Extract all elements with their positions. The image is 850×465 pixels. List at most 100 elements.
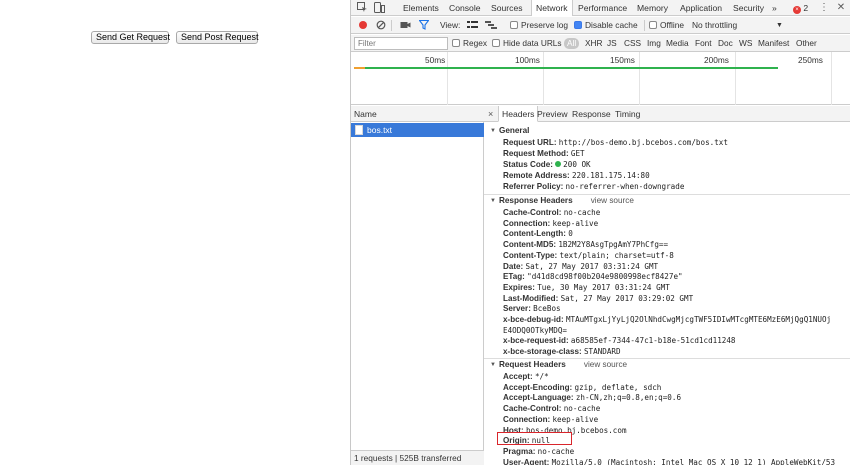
clear-icon[interactable] — [375, 20, 387, 32]
throttling-select[interactable]: No throttling — [692, 17, 737, 34]
filter-type-font[interactable]: Font — [695, 35, 712, 52]
header-key: Pragma: — [503, 446, 536, 456]
filter-type-img[interactable]: Img — [647, 35, 661, 52]
tab-preview[interactable]: Preview — [537, 106, 568, 122]
regex-label: Regex — [463, 38, 487, 48]
large-rows-icon[interactable] — [466, 20, 478, 32]
filter-icon[interactable] — [418, 19, 430, 32]
header-value: MTAuMTgxLjYyLjQ2OlNhdCwgMjcgTWF5IDIwMTcg… — [565, 315, 832, 324]
header-row: Connection: keep-alive — [503, 218, 598, 229]
filter-type-ws[interactable]: WS — [739, 35, 752, 52]
header-row: Content-Type: text/plain; charset=utf-8 — [503, 250, 674, 261]
filter-type-xhr[interactable]: XHR — [585, 35, 603, 52]
tab-application[interactable]: Application — [680, 0, 722, 16]
header-key: Connection: — [503, 414, 551, 424]
device-toolbar-icon[interactable] — [373, 2, 385, 14]
regex-box — [452, 39, 460, 47]
header-value: BceBos — [533, 304, 561, 314]
header-key: x-bce-debug-id: — [503, 315, 564, 324]
offline-checkbox[interactable]: Offline — [649, 17, 684, 34]
header-value: gzip, deflate, sdch — [574, 382, 662, 392]
capture-screenshots-icon[interactable] — [399, 20, 411, 32]
toolbar-divider — [391, 20, 392, 31]
header-row: x-bce-storage-class: STANDARD — [503, 346, 621, 357]
tab-elements[interactable]: Elements — [403, 0, 439, 16]
preserve-log-box — [510, 21, 518, 29]
filter-input[interactable] — [354, 37, 448, 50]
request-headers-section-header[interactable]: ▼ Request Headers view source — [490, 359, 627, 370]
more-tabs-button[interactable]: » — [772, 0, 777, 16]
file-icon — [355, 125, 363, 135]
request-headers-title: Request Headers — [498, 360, 566, 369]
header-row: Cache-Control: no-cache — [503, 207, 600, 218]
header-key: Content-Type: — [503, 250, 558, 260]
tab-timing[interactable]: Timing — [615, 106, 640, 122]
hide-data-urls-checkbox[interactable]: Hide data URLs — [492, 35, 562, 52]
tab-memory[interactable]: Memory — [637, 0, 668, 16]
regex-checkbox[interactable]: Regex — [452, 35, 487, 52]
response-view-source-link[interactable]: view source — [591, 196, 634, 205]
request-list: Name bos.txt 1 requests | 525B transferr… — [351, 106, 484, 465]
header-key: Server: — [503, 304, 531, 314]
header-row: Expires: Tue, 30 May 2017 03:31:24 GMT — [503, 282, 670, 293]
close-details-icon[interactable]: × — [488, 106, 493, 122]
offline-box — [649, 21, 657, 29]
filter-type-other[interactable]: Other — [796, 35, 817, 52]
header-value: 0 — [568, 229, 573, 239]
header-key: Cache-Control: — [503, 404, 562, 414]
preserve-log-label: Preserve log — [521, 20, 569, 30]
request-view-source-link[interactable]: view source — [584, 360, 627, 369]
filter-type-media[interactable]: Media — [666, 35, 689, 52]
header-key: x-bce-storage-class: — [503, 347, 582, 357]
request-name: bos.txt — [367, 125, 393, 135]
header-key: Accept-Language: — [503, 393, 574, 403]
tick-label: 200ms — [704, 55, 729, 65]
general-section-header[interactable]: ▼ General — [490, 125, 529, 136]
header-value: no-referrer-when-downgrade — [565, 182, 685, 191]
header-key: Referrer Policy: — [503, 182, 564, 191]
send-get-request-button[interactable]: Send Get Request — [91, 31, 170, 44]
tick-label: 100ms — [515, 55, 540, 65]
tab-sources[interactable]: Sources — [491, 0, 523, 16]
filter-type-all[interactable]: All — [564, 38, 580, 49]
tab-security[interactable]: Security — [733, 0, 764, 16]
chevron-down-icon[interactable]: ▼ — [776, 17, 783, 34]
tab-headers[interactable]: Headers — [498, 106, 539, 122]
send-post-request-button[interactable]: Send Post Request — [176, 31, 259, 44]
filter-type-doc[interactable]: Doc — [718, 35, 733, 52]
header-value: text/plain; charset=utf-8 — [559, 250, 674, 260]
tab-performance[interactable]: Performance — [578, 0, 627, 16]
request-row-bos-txt[interactable]: bos.txt — [351, 123, 484, 137]
name-column-header[interactable]: Name — [351, 106, 484, 122]
filter-type-js[interactable]: JS — [607, 35, 617, 52]
header-row: Request Method: GET — [503, 148, 585, 159]
disable-cache-label: Disable cache — [585, 20, 638, 30]
error-count-badge[interactable]: × 2 — [793, 0, 808, 16]
tab-response[interactable]: Response — [572, 106, 611, 122]
header-key: x-bce-request-id: — [503, 336, 569, 346]
tab-console[interactable]: Console — [449, 0, 481, 16]
header-key: Accept-Encoding: — [503, 382, 573, 392]
record-icon[interactable] — [357, 20, 369, 32]
general-title: General — [498, 126, 530, 135]
tick-gridline — [447, 52, 448, 105]
header-key: Request Method: — [503, 149, 569, 158]
header-row: Request URL: http://bos-demo.bj.bcebos.c… — [503, 137, 728, 148]
timeline-overview[interactable]: 50ms 100ms 150ms 200ms 250ms — [351, 52, 850, 105]
close-devtools-icon[interactable]: ✕ — [835, 2, 847, 14]
tab-network[interactable]: Network — [531, 0, 573, 16]
response-headers-section-header[interactable]: ▼ Response Headers view source — [490, 195, 634, 206]
filter-type-manifest[interactable]: Manifest — [758, 35, 789, 52]
toolbar-divider — [644, 20, 645, 31]
waterfall-view-icon[interactable] — [485, 20, 497, 32]
disable-cache-checkbox[interactable]: Disable cache — [574, 17, 638, 34]
preserve-log-checkbox[interactable]: Preserve log — [510, 17, 568, 34]
response-headers-title: Response Headers — [498, 196, 573, 205]
inspect-element-icon[interactable] — [356, 2, 368, 14]
header-row: ETag: "d41d8cd98f00b204e9800998ecf8427e" — [503, 271, 683, 282]
tick-gridline — [831, 52, 832, 105]
filter-type-css[interactable]: CSS — [624, 35, 641, 52]
more-options-icon[interactable]: ⋮ — [818, 2, 830, 14]
status-dot-icon — [555, 161, 562, 167]
header-row: Connection: keep-alive — [503, 414, 598, 425]
